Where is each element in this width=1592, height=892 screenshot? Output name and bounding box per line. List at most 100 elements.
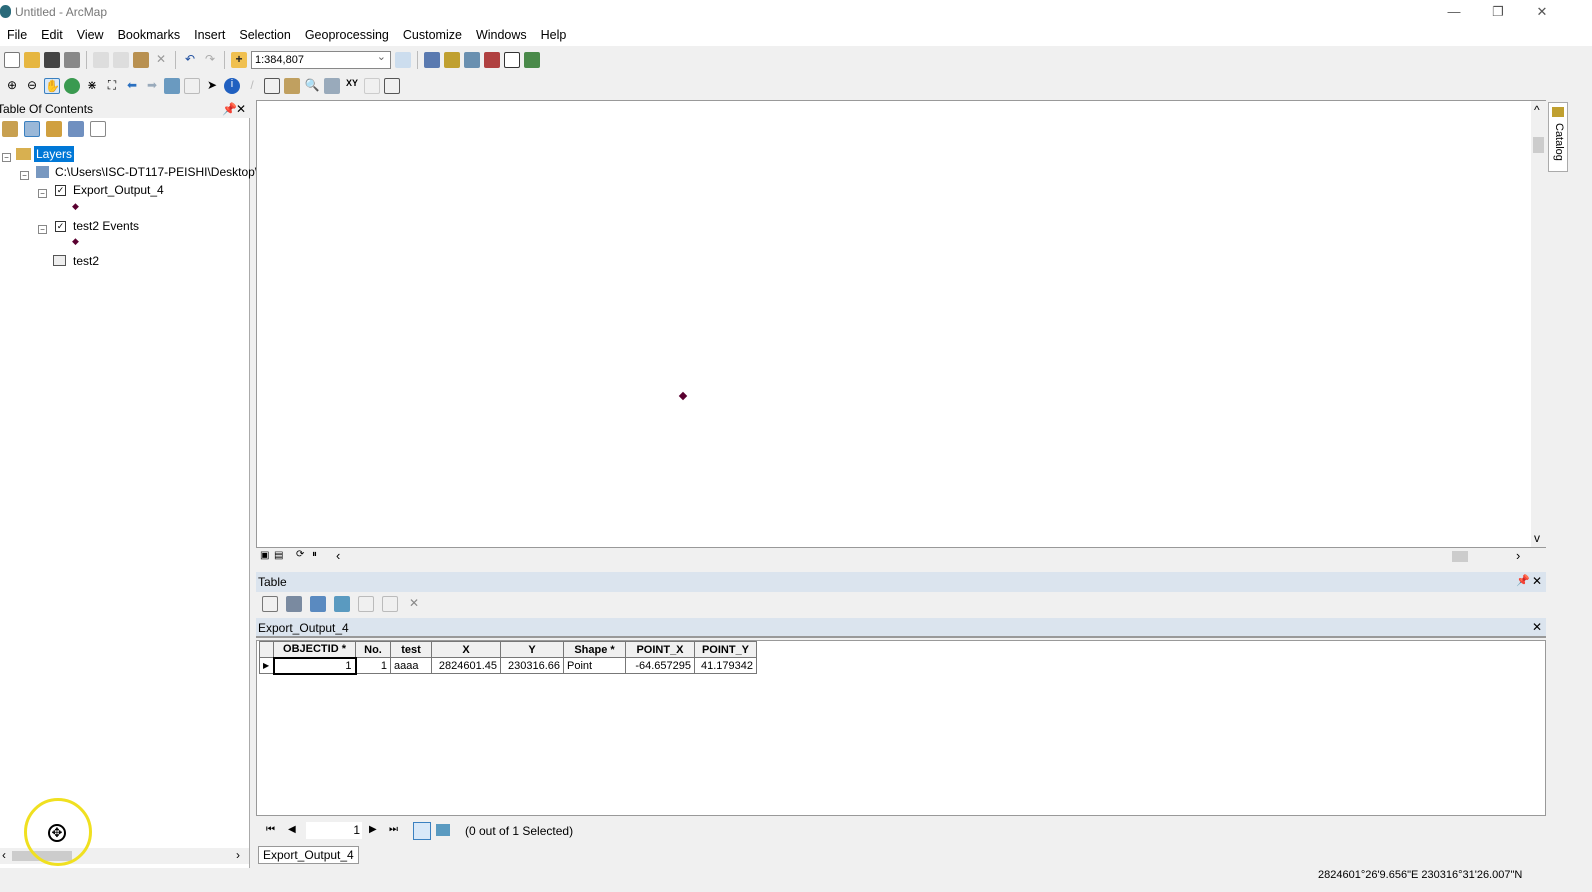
collapse-icon[interactable]: − [38, 189, 47, 198]
collapse-icon[interactable]: − [38, 225, 47, 234]
editor-icon[interactable] [395, 51, 411, 68]
open-icon[interactable] [24, 51, 40, 68]
menu-help[interactable]: Help [534, 28, 574, 42]
collapse-icon[interactable]: − [20, 171, 29, 180]
column-header[interactable]: POINT_X [625, 641, 695, 658]
scroll-right-icon[interactable]: › [236, 848, 240, 862]
table-options-icon[interactable] [262, 596, 278, 612]
python-window-icon[interactable] [504, 51, 520, 68]
menu-selection[interactable]: Selection [232, 28, 297, 42]
cell[interactable]: 2824601.45 [431, 657, 501, 674]
cut-icon[interactable] [93, 51, 109, 68]
html-popup-icon[interactable] [264, 77, 280, 94]
column-header[interactable]: No. [355, 641, 391, 658]
auto-hide-pin-icon[interactable]: 📌 [222, 100, 237, 118]
hyperlink-icon[interactable]: / [244, 78, 260, 94]
related-tables-icon[interactable] [286, 596, 302, 612]
cell[interactable]: 41.179342 [694, 657, 757, 674]
cell[interactable]: Point [563, 657, 626, 674]
catalog-side-tab[interactable]: Catalog [1548, 102, 1568, 172]
modelbuilder-icon[interactable] [524, 51, 540, 68]
table-row[interactable]: ▶ 1 1 aaaa 2824601.45 230316.66 Point -6… [259, 656, 757, 675]
column-header[interactable]: Shape * [563, 641, 626, 658]
column-header[interactable]: Y [500, 641, 564, 658]
select-elements-icon[interactable]: ➤ [204, 78, 220, 94]
new-icon[interactable] [4, 51, 20, 68]
previous-record-icon[interactable]: ◀ [288, 824, 296, 835]
row-selector-icon[interactable]: ▶ [259, 657, 274, 674]
current-record-input[interactable]: 1 [306, 822, 362, 839]
scroll-thumb[interactable] [1452, 551, 1468, 562]
paste-icon[interactable] [133, 51, 149, 68]
table-bottom-tab[interactable]: Export_Output_4 [258, 846, 359, 864]
cell[interactable]: aaaa [390, 657, 432, 674]
layer-visibility-checkbox[interactable]: ✓ [55, 185, 66, 197]
point-symbol-icon[interactable]: ◆ [72, 236, 79, 247]
minimize-button[interactable]: — [1444, 4, 1464, 19]
fixed-zoom-out-icon[interactable]: ⛶ [104, 78, 120, 94]
search-window-icon[interactable] [464, 51, 480, 68]
menu-customize[interactable]: Customize [396, 28, 469, 42]
scroll-right-icon[interactable]: › [1516, 548, 1520, 563]
last-record-icon[interactable]: ⏭ [389, 824, 398, 835]
point-symbol-icon[interactable]: ◆ [72, 201, 79, 212]
create-viewer-window-icon[interactable] [384, 77, 400, 94]
column-header[interactable]: POINT_Y [694, 641, 757, 658]
full-extent-icon[interactable] [64, 77, 80, 94]
column-header[interactable]: test [390, 641, 432, 658]
refresh-icon[interactable]: ⟳ [296, 549, 304, 560]
layer-export-output-4[interactable]: Export_Output_4 [73, 183, 164, 197]
identify-icon[interactable]: i [224, 77, 240, 94]
find-icon[interactable]: 🔍 [304, 78, 320, 94]
first-record-icon[interactable]: ⏮ [266, 824, 275, 835]
scroll-left-icon[interactable]: ‹ [336, 548, 340, 563]
menu-edit[interactable]: Edit [34, 28, 70, 42]
workspace-path[interactable]: C:\Users\ISC-DT117-PEISHI\Desktop\ [55, 165, 258, 179]
map-point-feature[interactable] [678, 391, 688, 401]
measure-icon[interactable] [284, 77, 300, 94]
show-all-records-icon[interactable] [413, 822, 431, 840]
layer-test2-events[interactable]: test2 Events [73, 219, 139, 233]
cell[interactable]: 1 [355, 657, 391, 674]
menu-windows[interactable]: Windows [469, 28, 534, 42]
scroll-up-icon[interactable]: ^ [1534, 103, 1540, 117]
zoom-to-selected-icon[interactable] [382, 596, 398, 612]
list-by-drawing-order-icon[interactable] [2, 121, 18, 137]
catalog-window-icon[interactable] [444, 51, 460, 68]
copy-icon[interactable] [113, 51, 129, 68]
select-by-attributes-icon[interactable] [310, 596, 326, 612]
toc-close-icon[interactable]: ✕ [236, 100, 246, 118]
data-frame-layers[interactable]: Layers [34, 146, 75, 162]
options-icon[interactable] [90, 121, 106, 137]
scroll-left-icon[interactable]: ‹ [2, 848, 6, 862]
forward-icon[interactable]: ➡ [144, 78, 160, 94]
next-record-icon[interactable]: ▶ [369, 824, 377, 835]
restore-button[interactable]: ❐ [1488, 4, 1508, 20]
menu-bookmarks[interactable]: Bookmarks [111, 28, 188, 42]
print-icon[interactable] [64, 51, 80, 68]
menu-file[interactable]: File [0, 28, 34, 42]
clear-selection-icon[interactable] [358, 596, 374, 612]
scroll-down-icon[interactable]: v [1534, 531, 1540, 545]
back-icon[interactable]: ⬅ [124, 78, 140, 94]
close-button[interactable]: ✕ [1532, 4, 1552, 20]
redo-icon[interactable]: ↷ [202, 52, 218, 68]
table-test2[interactable]: test2 [73, 254, 99, 268]
go-to-xy-icon[interactable]: XY [344, 78, 360, 94]
pause-drawing-icon[interactable]: ⏸ [312, 549, 317, 560]
layer-visibility-checkbox[interactable]: ✓ [55, 221, 66, 233]
scroll-thumb[interactable] [1533, 137, 1544, 153]
map-view[interactable]: ^ v [256, 100, 1546, 548]
menu-insert[interactable]: Insert [187, 28, 232, 42]
menu-view[interactable]: View [70, 28, 111, 42]
map-vertical-scrollbar[interactable]: ^ v [1531, 101, 1546, 547]
toc-window-icon[interactable] [424, 51, 440, 68]
zoom-out-icon[interactable]: ⊖ [24, 78, 40, 94]
layout-view-icon[interactable]: ▤ [274, 550, 283, 561]
map-scale-dropdown[interactable]: 1:384,807 [251, 49, 391, 69]
table-tab-close-icon[interactable]: ✕ [1532, 620, 1542, 634]
list-by-visibility-icon[interactable] [46, 121, 62, 137]
cell[interactable]: 230316.66 [500, 657, 564, 674]
list-by-source-icon[interactable] [24, 121, 40, 137]
table-close-icon[interactable]: ✕ [1532, 574, 1542, 588]
